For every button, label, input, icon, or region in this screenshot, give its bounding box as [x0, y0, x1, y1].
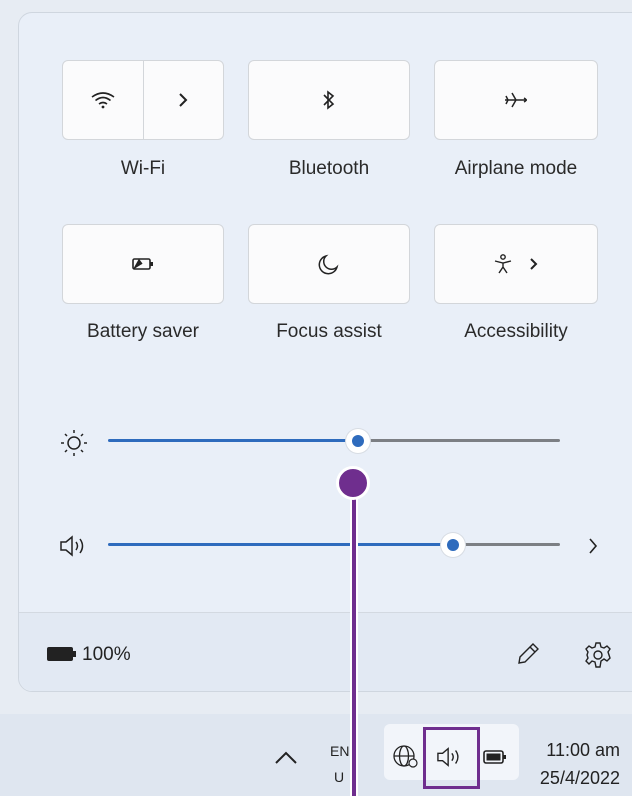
- time-text: 11:00 am: [546, 740, 620, 760]
- volume-track-empty: [453, 543, 560, 546]
- gear-icon[interactable]: [583, 640, 613, 670]
- battery-percentage: 100%: [82, 644, 131, 665]
- taskbar: [0, 714, 632, 796]
- pencil-icon[interactable]: [514, 640, 542, 668]
- bluetooth-icon: [321, 89, 337, 111]
- battery-icon[interactable]: [483, 748, 509, 766]
- language-indicator[interactable]: EN U: [330, 738, 349, 790]
- bluetooth-label: Bluetooth: [288, 158, 370, 179]
- volume-track-filled: [108, 543, 453, 546]
- chevron-right-icon[interactable]: [528, 255, 540, 273]
- date-text: 25/4/2022: [539, 768, 620, 788]
- airplane-icon: [502, 90, 530, 110]
- wifi-icon: [90, 90, 116, 110]
- focus-assist-tile[interactable]: [248, 224, 410, 304]
- clock[interactable]: 11:00 am 25/4/2022: [540, 736, 620, 792]
- airplane-tile[interactable]: [434, 60, 598, 140]
- volume-more-button[interactable]: [586, 535, 600, 557]
- annotation-pointer-dot: [336, 466, 370, 500]
- wifi-tile[interactable]: [62, 60, 224, 140]
- battery-saver-icon: [130, 255, 156, 273]
- wifi-more-button[interactable]: [144, 61, 224, 139]
- chevron-up-icon[interactable]: [273, 750, 299, 766]
- globe-icon[interactable]: [391, 743, 419, 769]
- accessibility-tile[interactable]: [434, 224, 598, 304]
- battery-saver-tile[interactable]: [62, 224, 224, 304]
- language-line-2: U: [334, 769, 345, 785]
- battery-saver-label: Battery saver: [87, 321, 199, 342]
- focus-assist-label: Focus assist: [276, 321, 382, 342]
- accessibility-icon: [492, 253, 514, 275]
- wifi-toggle[interactable]: [63, 61, 144, 139]
- moon-icon: [318, 253, 340, 275]
- volume-thumb[interactable]: [441, 533, 465, 557]
- bluetooth-tile[interactable]: [248, 60, 410, 140]
- speaker-icon: [58, 532, 90, 560]
- chevron-right-icon: [177, 91, 189, 109]
- brightness-track-empty: [358, 439, 560, 442]
- volume-tray-highlight: [423, 727, 480, 789]
- airplane-label: Airplane mode: [454, 158, 578, 179]
- footer-divider: [19, 612, 632, 613]
- brightness-icon: [58, 427, 90, 459]
- battery-icon: [46, 645, 78, 663]
- accessibility-label: Accessibility: [464, 321, 568, 342]
- chevron-right-icon: [589, 538, 598, 554]
- language-line-1: EN: [330, 743, 350, 759]
- wifi-label: Wi-Fi: [120, 158, 166, 179]
- brightness-thumb[interactable]: [346, 429, 370, 453]
- brightness-track-filled: [108, 439, 358, 442]
- annotation-pointer-line: [352, 496, 356, 796]
